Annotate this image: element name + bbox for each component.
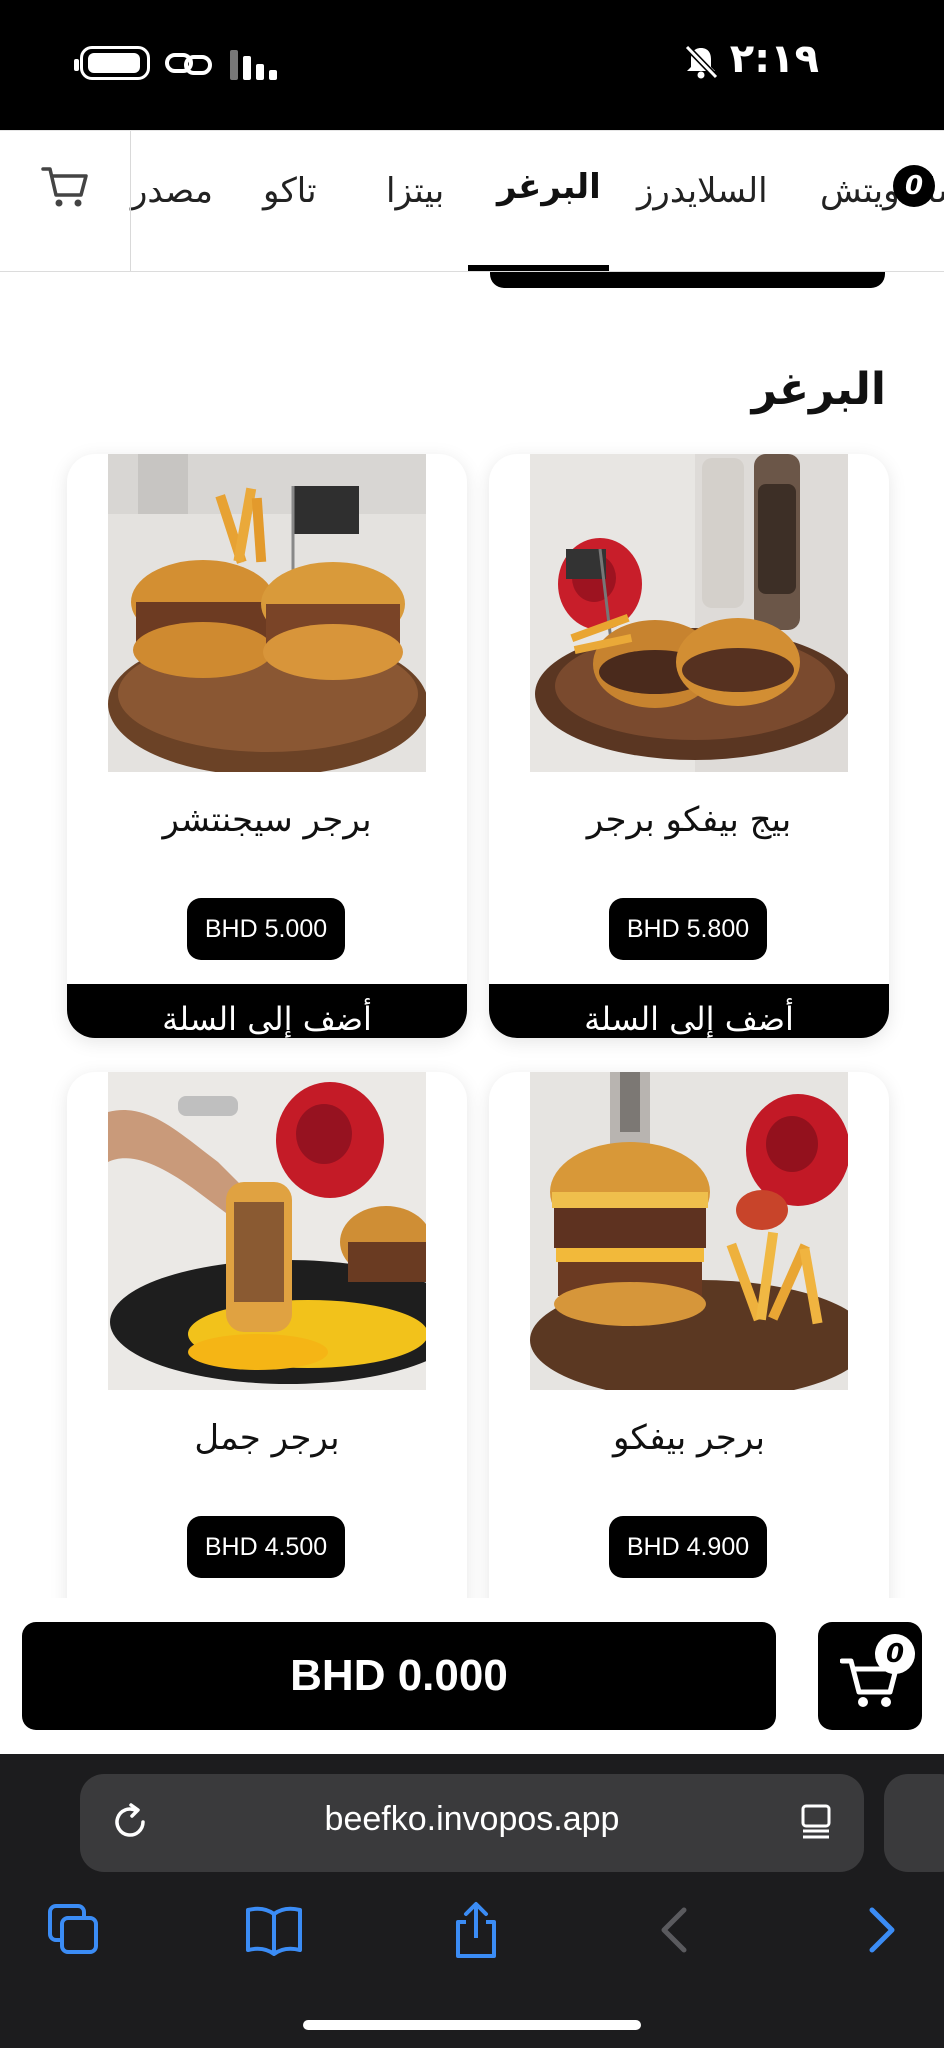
category-item[interactable]: السلايدرز [637, 171, 768, 211]
product-card[interactable]: بيج بيفكو برجر BHD 5.800 أضف إلى السلة [489, 454, 889, 1038]
address-bar[interactable]: beefko.invopos.app [80, 1774, 864, 1872]
product-name: برجر سيجنتشر [162, 800, 372, 840]
nav-cart-button[interactable] [0, 131, 131, 271]
share-icon[interactable] [446, 1900, 506, 1960]
product-price: BHD 5.000 [187, 898, 345, 960]
tabs-icon[interactable] [44, 1900, 104, 1960]
back-icon[interactable] [646, 1900, 706, 1960]
product-card[interactable]: برجر جمل BHD 4.500 [67, 1072, 467, 1672]
product-image [108, 454, 426, 772]
status-time: ٢:١٩ [729, 36, 819, 82]
product-card[interactable]: برجر بيفكو BHD 4.900 [489, 1072, 889, 1672]
product-name: بيج بيفكو برجر [586, 800, 792, 840]
category-item[interactable]: بيتزا [386, 171, 444, 211]
product-image [108, 1072, 426, 1390]
product-price: BHD 4.500 [187, 1516, 345, 1578]
product-image [530, 454, 848, 772]
product-name: برجر جمل [194, 1418, 340, 1458]
cart-icon [41, 167, 88, 207]
reader-icon[interactable] [796, 1802, 836, 1842]
bookmarks-icon[interactable] [244, 1900, 304, 1960]
home-indicator [303, 2020, 641, 2030]
category-count-badge: 0 [893, 165, 935, 207]
cart-total-button[interactable]: BHD 0.000 [22, 1622, 776, 1730]
product-price: BHD 4.900 [609, 1516, 767, 1578]
status-bar: ٢:١٩ [0, 0, 944, 130]
active-tab-indicator [468, 265, 609, 271]
product-card[interactable]: برجر سيجنتشر BHD 5.000 أضف إلى السلة [67, 454, 467, 1038]
category-item-active[interactable]: البرغر [497, 167, 601, 207]
add-to-cart-button[interactable]: أضف إلى السلة [489, 984, 889, 1038]
cart-count-badge: 0 [875, 1634, 915, 1674]
category-nav: الساندويتش السلايدرز البرغر بيتزا تاكو م… [0, 130, 944, 272]
product-price: BHD 5.800 [609, 898, 767, 960]
url-text: beefko.invopos.app [324, 1800, 620, 1838]
section-title: البرغر [751, 364, 886, 415]
forward-icon[interactable] [850, 1900, 910, 1960]
browser-toolbar: beefko.invopos.app [0, 1754, 944, 2048]
add-to-cart-button[interactable]: أضف إلى السلة [67, 984, 467, 1038]
cart-button[interactable]: 0 [818, 1622, 922, 1730]
category-item[interactable]: تاكو [263, 171, 317, 211]
signal-icon [230, 50, 277, 80]
battery-icon [74, 46, 150, 80]
category-item[interactable]: مصدر [131, 171, 213, 211]
product-image [530, 1072, 848, 1390]
scroll-indicator [490, 272, 885, 288]
bottom-cart-bar: BHD 0.000 0 [0, 1598, 944, 1754]
next-tab-preview[interactable] [884, 1774, 944, 1872]
app-page: ٢:١٩ الساندويتش السلايدرز البرغر بيتزا ت… [0, 0, 944, 2048]
bell-muted-icon [684, 44, 719, 80]
product-name: برجر بيفكو [612, 1418, 766, 1458]
link-icon [165, 53, 212, 75]
